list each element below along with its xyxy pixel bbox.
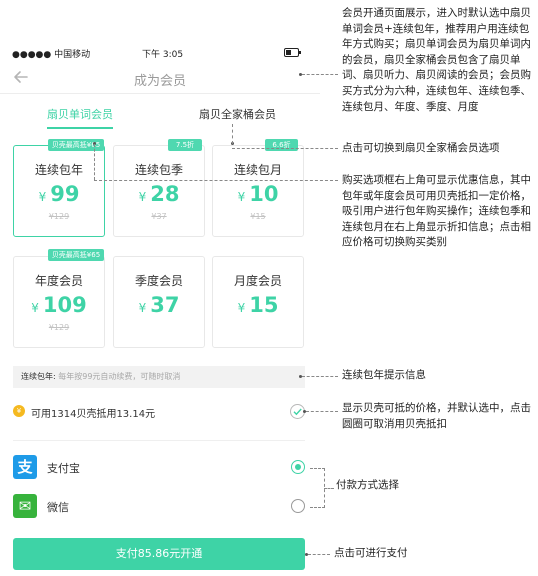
annotation-coin-deduction: 显示贝壳可抵的价格，并默认选中，点击圆圈可取消用贝壳抵扣 [342,402,531,430]
plan-card-monthly[interactable]: 月度会员 ¥15 [212,256,304,348]
annotation-auto-renew-hint: 连续包年提示信息 [342,369,426,381]
plan-name: 连续包年 [34,163,83,177]
plan-original-price: ¥37 [151,212,167,221]
payment-label: 支付宝 [47,462,80,475]
annotation-payment-method: 付款方式选择 [336,479,399,491]
plan-price: ¥10 [237,182,279,206]
discount-badge: 贝壳最高抵¥65 [48,249,104,261]
plan-card-quarterly-auto[interactable]: 连续包季 ¥28 ¥37 [113,145,205,237]
plan-price: ¥109 [31,293,87,317]
leader-line [302,376,338,377]
page-title: 成为会员 [133,74,186,89]
discount-badge: 6.6折 [265,139,298,151]
annotation-page-overview: 会员开通页面展示，进入时默认选中扇贝单词会员+连续包年，推荐用户用连续包年方式购… [342,7,531,113]
hint-label: 连续包年: [21,372,56,381]
payment-radio[interactable] [291,499,305,513]
discount-badge: 贝壳最高抵¥65 [48,139,104,151]
coin-deduction-row: ¥ 可用1314贝壳抵用13.14元 [13,402,305,422]
leader-line [94,144,95,180]
plan-price: ¥99 [38,182,80,206]
carrier-label: ●●●●● 中国移动 [12,50,91,60]
pay-button[interactable]: 支付85.86元开通 [13,538,305,570]
annotation-pay-button: 点击可进行支付 [334,547,408,559]
annotation-tab-switch: 点击可切换到扇贝全家桶会员选项 [342,142,500,154]
clock: 下午 3:05 [142,50,184,60]
leader-line [310,507,325,508]
plan-original-price: ¥129 [48,212,70,221]
plan-card-yearly[interactable]: 年度会员 ¥109 ¥129 [13,256,105,348]
nav-bar: 成为会员 [0,64,320,94]
plan-name: 连续包季 [134,163,183,177]
phone-screen: ●●●●● 中国移动 下午 3:05 成为会员 扇贝单词会员 扇贝全家桶会员 连… [0,0,320,576]
leader-line [306,411,338,412]
payment-option-alipay[interactable]: 支 支付宝 [13,455,305,481]
plan-card-monthly-auto[interactable]: 连续包月 ¥10 ¥15 [212,145,304,237]
leader-line [324,488,334,489]
tab-shanbay-family[interactable]: 扇贝全家桶会员 [199,106,276,127]
plan-price: ¥15 [237,293,279,317]
wechat-icon: ✉ [13,494,37,518]
tab-shanbay-words[interactable]: 扇贝单词会员 [47,106,113,129]
leader-line [308,554,330,555]
plan-original-price: ¥15 [250,212,266,221]
plan-name: 季度会员 [134,274,183,288]
leader-line [94,180,338,181]
payment-option-wechat[interactable]: ✉ 微信 [13,494,305,520]
membership-tabs: 扇贝单词会员 扇贝全家桶会员 [0,106,320,130]
leader-line [232,124,233,144]
plan-price: ¥28 [138,182,180,206]
nav-divider [0,93,320,94]
coin-icon: ¥ [13,405,25,417]
hint-text: 每年按99元自动续费，可随时取消 [58,372,181,381]
plan-name: 年度会员 [34,274,83,288]
auto-renew-hint: 连续包年: 每年按99元自动续费，可随时取消 [13,366,305,388]
discount-badge: 7.5折 [168,139,202,151]
alipay-icon: 支 [13,455,37,479]
leader-line [302,74,338,75]
plan-card-quarterly[interactable]: 季度会员 ¥37 [113,256,205,348]
section-divider [13,440,305,441]
leader-line [310,468,325,469]
coin-deduction-text: 可用1314贝壳抵用13.14元 [31,409,156,420]
annotation-plan-options: 购买选项框右上角可显示优惠信息，其中包年或年度会员可用贝壳抵扣一定价格，吸引用户… [342,174,531,249]
payment-radio-selected[interactable] [291,460,305,474]
plan-price: ¥37 [138,293,180,317]
payment-label: 微信 [47,501,69,514]
status-bar: ●●●●● 中国移动 下午 3:05 [0,44,320,62]
plan-card-yearly-auto[interactable]: 连续包年 ¥99 ¥129 [13,145,105,237]
battery-icon [284,48,301,57]
plan-original-price: ¥129 [48,323,70,332]
leader-line [232,148,338,149]
plan-name: 连续包月 [233,163,282,177]
plan-name: 月度会员 [233,274,282,288]
